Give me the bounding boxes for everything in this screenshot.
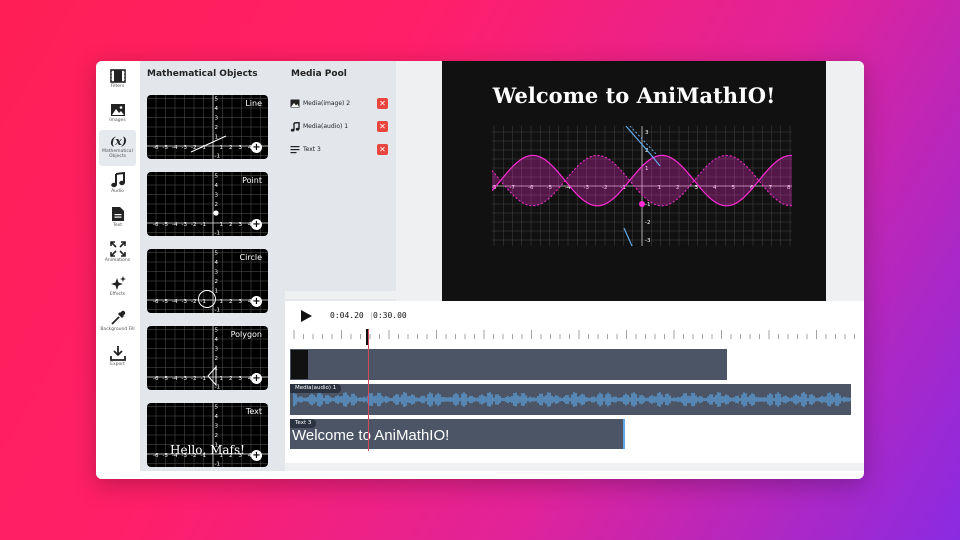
add-object-button[interactable]: + — [251, 373, 262, 384]
object-card-text[interactable]: -6-5-4-3-2-11234554321-1 Hello, Mafs! Te… — [147, 403, 268, 467]
media-item[interactable]: Text 3 ✕ — [290, 144, 388, 156]
y-tick-label: -1 — [645, 202, 650, 208]
text-sample: Hello, Mafs! — [170, 443, 245, 457]
timeline-scrollbar[interactable] — [285, 463, 864, 471]
clip-text: Welcome to AniMathIO! — [292, 427, 450, 444]
timeline-panel: 0:04.20 | 0:30.00 Media(audio) 1 Text 3 … — [285, 301, 864, 471]
clip-label: Media(audio) 1 — [290, 384, 342, 393]
svg-text:(x): (x) — [110, 135, 127, 148]
media-item-label: Media(audio) 1 — [303, 123, 349, 130]
y-tick-label: -3 — [645, 238, 651, 244]
rail-item-animations[interactable]: Animations — [99, 237, 136, 271]
function-icon: (x) — [110, 135, 127, 148]
tool-rail: Filters Images (x) Mathematical Objects … — [96, 61, 139, 479]
rail-label: Export — [110, 362, 125, 367]
audio-waveform — [293, 392, 851, 407]
rail-label: Animations — [104, 258, 131, 263]
rail-item-images[interactable]: Images — [99, 99, 136, 133]
delete-media-button[interactable]: ✕ — [377, 144, 388, 155]
y-tick-label: 4 — [215, 414, 219, 420]
rail-label: Audio — [111, 189, 124, 194]
add-object-button[interactable]: + — [251, 219, 262, 230]
image-icon — [110, 104, 125, 116]
objects-panel-title: Mathematical Objects — [147, 69, 258, 79]
media-pool-panel: Media Pool Media(image) 2 ✕ Media(audio)… — [285, 61, 396, 301]
add-object-button[interactable]: + — [251, 142, 262, 153]
image-icon — [290, 99, 300, 108]
rail-label: Filters — [110, 84, 125, 89]
sparkles-icon — [110, 276, 126, 290]
object-card-point[interactable]: -6-5-4-3-2-11234554321-1 Point + — [147, 172, 268, 236]
object-card-line[interactable]: -6-5-4-3-2-11234554321-1 Line + — [147, 95, 268, 159]
music-note-icon — [290, 122, 300, 132]
add-object-button[interactable]: + — [251, 450, 262, 461]
card-title: Line — [245, 99, 262, 108]
blue-curve — [623, 227, 633, 246]
track-text-clip[interactable]: Text 3 Welcome to AniMathIO! — [290, 419, 625, 449]
card-title: Polygon — [230, 330, 262, 339]
media-item-label: Text 3 — [303, 146, 321, 153]
rail-item-background[interactable]: Background Fill — [99, 306, 136, 340]
playhead[interactable] — [368, 329, 369, 451]
y-tick-label: 3 — [215, 424, 219, 430]
rail-label: Effects — [109, 292, 126, 297]
track-audio-clip[interactable]: Media(audio) 1 — [290, 384, 851, 415]
text-lines-icon — [290, 146, 300, 154]
card-title: Text — [245, 407, 262, 416]
media-pool-title: Media Pool — [291, 69, 347, 79]
clip-resize-handle[interactable] — [623, 419, 625, 449]
rail-item-audio[interactable]: Audio — [99, 168, 136, 202]
rail-item-export[interactable]: Export — [99, 341, 136, 375]
media-pool-scrollbar[interactable] — [285, 291, 396, 299]
clip-thumbnail — [291, 350, 308, 379]
media-item[interactable]: Media(image) 2 ✕ — [290, 98, 388, 110]
y-tick-label: 3 — [645, 130, 649, 136]
expand-arrows-icon — [109, 241, 126, 257]
delete-media-button[interactable]: ✕ — [377, 121, 388, 132]
card-title: Circle — [239, 253, 262, 262]
rail-label: Mathematical Objects — [102, 149, 133, 159]
rail-item-math[interactable]: (x) Mathematical Objects — [99, 130, 136, 166]
delete-media-button[interactable]: ✕ — [377, 98, 388, 109]
object-card-circle[interactable]: -6-5-4-3-2-11234554321-1 Circle + — [147, 249, 268, 313]
preview-canvas[interactable]: Welcome to AniMathIO! -8-7-6-5-4-3-2-112… — [442, 61, 826, 301]
total-time: 0:30.00 — [373, 311, 407, 320]
media-item-label: Media(image) 2 — [303, 100, 351, 107]
rail-item-effects[interactable]: Effects — [99, 271, 136, 305]
rail-label: Background Fill — [100, 327, 135, 332]
download-icon — [109, 346, 126, 361]
add-object-button[interactable]: + — [251, 296, 262, 307]
preview-title: Welcome to AniMathIO! — [492, 83, 776, 108]
app-window: Filters Images (x) Mathematical Objects … — [96, 61, 864, 479]
x-tick-label: -5 — [163, 453, 169, 459]
music-note-icon — [110, 172, 125, 188]
object-card-polygon[interactable]: -6-5-4-3-2-11234554321-1 Polygon + — [147, 326, 268, 390]
y-tick-label: -2 — [645, 220, 650, 226]
rail-label: Images — [109, 118, 126, 123]
document-icon — [111, 207, 124, 221]
eyedropper-icon — [110, 310, 125, 325]
objects-panel: Mathematical Objects -6-5-4-3-2-11234554… — [140, 61, 327, 471]
track-image-clip[interactable] — [290, 349, 727, 380]
media-item[interactable]: Media(audio) 1 ✕ — [290, 121, 388, 133]
rail-item-text[interactable]: Text — [99, 202, 136, 236]
waveform-bars — [293, 392, 851, 407]
x-tick-label: -6 — [153, 453, 159, 459]
film-icon — [109, 69, 126, 83]
rail-item-filters[interactable]: Filters — [99, 65, 136, 99]
timeline-ruler[interactable] — [290, 327, 856, 341]
y-tick-label: 5 — [215, 405, 219, 411]
point-marker — [639, 201, 645, 207]
current-time: 0:04.20 — [330, 311, 364, 320]
rail-label: Text — [112, 223, 123, 228]
y-tick-label: 2 — [215, 433, 219, 439]
y-tick-label: -1 — [215, 462, 220, 468]
preview-plot: -8-7-6-5-4-3-2-112345678321-1-2-3 — [492, 126, 792, 246]
play-icon[interactable] — [299, 309, 313, 323]
card-title: Point — [242, 176, 262, 185]
